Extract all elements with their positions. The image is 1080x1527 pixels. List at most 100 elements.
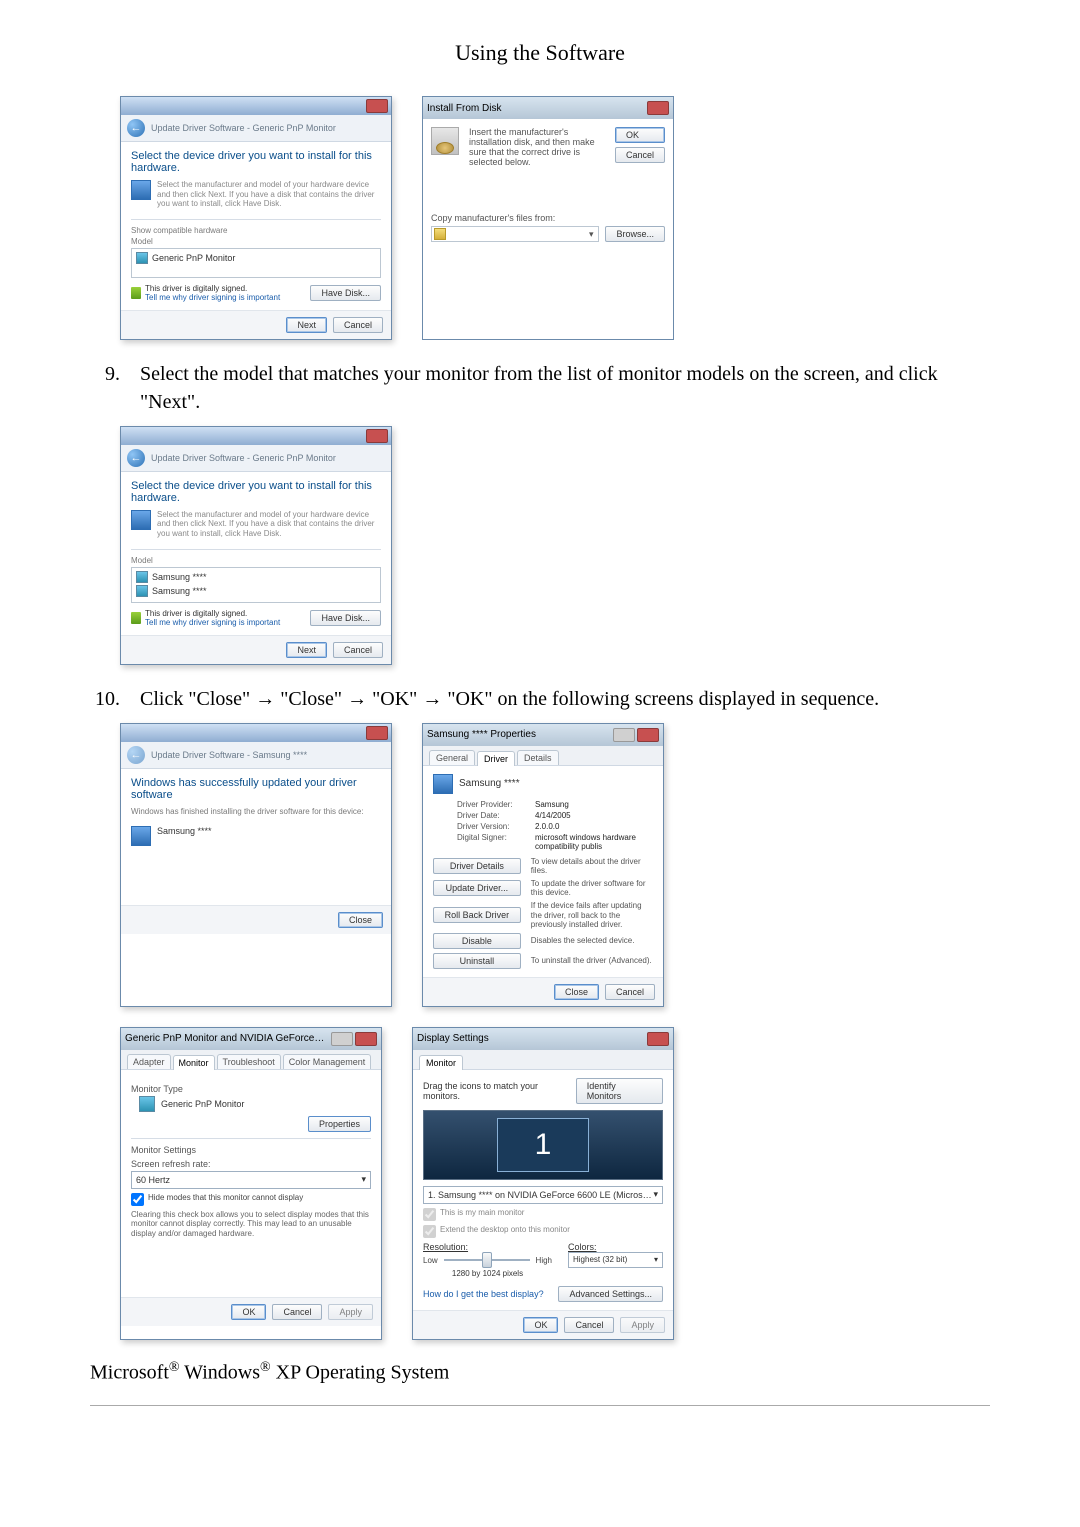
next-button[interactable]: Next [286, 317, 327, 333]
help-link[interactable]: How do I get the best display? [423, 1289, 544, 1299]
tab-troubleshoot[interactable]: Troubleshoot [217, 1054, 281, 1069]
signing-link[interactable]: Tell me why driver signing is important [145, 618, 280, 627]
button-bar: OK Cancel Apply [121, 1297, 381, 1326]
checkbox[interactable] [131, 1193, 144, 1206]
minimize-icon[interactable] [331, 1032, 353, 1046]
device-name: Samsung **** [157, 826, 212, 837]
model-listbox[interactable]: Samsung **** Samsung **** [131, 567, 381, 603]
chevron-down-icon: ▾ [654, 1255, 658, 1264]
wizard-heading: Select the device driver you want to ins… [131, 150, 381, 174]
help-icon[interactable] [613, 728, 635, 742]
model-item-label: Generic PnP Monitor [152, 253, 235, 263]
advanced-settings-button[interactable]: Advanced Settings... [558, 1286, 663, 1302]
ok-button[interactable]: OK [523, 1317, 558, 1333]
slider-thumb[interactable] [482, 1252, 492, 1268]
monitor-select[interactable]: 1. Samsung **** on NVIDIA GeForce 6600 L… [423, 1186, 663, 1204]
cancel-button[interactable]: Cancel [564, 1317, 614, 1333]
tab-driver[interactable]: Driver [477, 751, 515, 766]
rollback-driver-button[interactable]: Roll Back Driver [433, 907, 521, 923]
tab-details[interactable]: Details [517, 750, 559, 765]
monitor-1-icon[interactable]: 1 [497, 1118, 589, 1172]
uninstall-button[interactable]: Uninstall [433, 953, 521, 969]
colors-select[interactable]: Highest (32 bit) ▾ [568, 1252, 663, 1268]
extend-desktop-checkbox: Extend the desktop onto this monitor [423, 1225, 663, 1238]
wizard-subtext: Select the manufacturer and model of you… [131, 510, 381, 539]
tab-monitor[interactable]: Monitor [173, 1055, 215, 1070]
close-icon[interactable] [366, 726, 388, 740]
disable-button[interactable]: Disable [433, 933, 521, 949]
close-icon[interactable] [366, 429, 388, 443]
path-input[interactable]: ▾ [431, 226, 599, 242]
browse-button[interactable]: Browse... [605, 226, 665, 242]
tab-row: General Driver Details [423, 746, 663, 766]
step-number: 9. [90, 360, 120, 416]
drag-msg: Drag the icons to match your monitors. [423, 1081, 576, 1101]
shield-icon [131, 612, 141, 624]
tab-general[interactable]: General [429, 750, 475, 765]
cancel-button[interactable]: Cancel [272, 1304, 322, 1320]
chevron-down-icon[interactable]: ▾ [586, 229, 597, 240]
model-item-label: Samsung **** [152, 586, 207, 596]
close-icon[interactable] [637, 728, 659, 742]
screenshot-row-2: ← Update Driver Software - Generic PnP M… [120, 426, 990, 665]
cancel-button[interactable]: Cancel [333, 317, 383, 333]
checkbox-label: Hide modes that this monitor cannot disp… [148, 1193, 303, 1203]
slider-track[interactable] [444, 1259, 530, 1261]
back-icon: ← [127, 746, 145, 764]
signer-value: microsoft windows hardware compatibility… [535, 833, 653, 851]
registered-icon: ® [260, 1360, 271, 1375]
model-label: Model [131, 237, 381, 246]
checkbox-label: This is my main monitor [440, 1208, 524, 1218]
checkbox [423, 1225, 436, 1238]
tab-content: Monitor Type Generic PnP Monitor Propert… [121, 1070, 381, 1297]
step-10: 10. Click "Close" → "Close" → "OK" → "OK… [90, 685, 990, 713]
breadcrumb: ← Update Driver Software - Samsung **** [121, 742, 391, 769]
cancel-button[interactable]: Cancel [605, 984, 655, 1000]
compat-checkbox-label[interactable]: Show compatible hardware [131, 226, 381, 235]
have-disk-button[interactable]: Have Disk... [310, 285, 381, 301]
next-button[interactable]: Next [286, 642, 327, 658]
model-item[interactable]: Generic PnP Monitor [136, 251, 376, 265]
tab-adapter[interactable]: Adapter [127, 1054, 171, 1069]
close-icon[interactable] [647, 101, 669, 115]
resolution-label: Resolution: [423, 1242, 552, 1252]
model-listbox[interactable]: Generic PnP Monitor [131, 248, 381, 278]
monitor-arrangement[interactable]: 1 [423, 1110, 663, 1180]
identify-monitors-button[interactable]: Identify Monitors [576, 1078, 663, 1104]
close-button[interactable]: Close [338, 912, 383, 928]
model-item[interactable]: Samsung **** [136, 584, 376, 598]
close-button[interactable]: Close [554, 984, 599, 1000]
tab-color-management[interactable]: Color Management [283, 1054, 372, 1069]
date-label: Driver Date: [457, 811, 527, 820]
signing-link[interactable]: Tell me why driver signing is important [145, 293, 280, 302]
breadcrumb: ← Update Driver Software - Generic PnP M… [121, 445, 391, 472]
cancel-button[interactable]: Cancel [615, 147, 665, 163]
properties-button[interactable]: Properties [308, 1116, 371, 1132]
hide-modes-checkbox[interactable]: Hide modes that this monitor cannot disp… [131, 1193, 371, 1206]
back-icon[interactable]: ← [127, 449, 145, 467]
ok-button[interactable]: OK [231, 1304, 266, 1320]
tab-content: Samsung **** Driver Provider:Samsung Dri… [423, 766, 663, 977]
back-icon[interactable]: ← [127, 119, 145, 137]
have-disk-button[interactable]: Have Disk... [310, 610, 381, 626]
update-driver-button[interactable]: Update Driver... [433, 880, 521, 896]
provider-value: Samsung [535, 800, 653, 809]
version-value: 2.0.0.0 [535, 822, 653, 831]
cancel-button[interactable]: Cancel [333, 642, 383, 658]
close-icon[interactable] [647, 1032, 669, 1046]
resolution-slider[interactable]: Low High [423, 1256, 552, 1265]
ok-button[interactable]: OK [615, 127, 665, 143]
dialog-title: Samsung **** Properties [427, 729, 536, 740]
tab-content: Drag the icons to match your monitors. I… [413, 1070, 673, 1310]
close-icon[interactable] [355, 1032, 377, 1046]
driver-details-button[interactable]: Driver Details [433, 858, 521, 874]
refresh-rate-select[interactable]: 60 Hertz ▾ [131, 1171, 371, 1189]
close-icon[interactable] [366, 99, 388, 113]
footer-separator [90, 1405, 990, 1406]
tab-monitor[interactable]: Monitor [419, 1055, 463, 1070]
separator [131, 1138, 371, 1139]
chevron-down-icon: ▾ [361, 1174, 366, 1185]
wizard-heading: Select the device driver you want to ins… [131, 480, 381, 504]
wizard-body: Select the device driver you want to ins… [121, 472, 391, 635]
model-item[interactable]: Samsung **** [136, 570, 376, 584]
